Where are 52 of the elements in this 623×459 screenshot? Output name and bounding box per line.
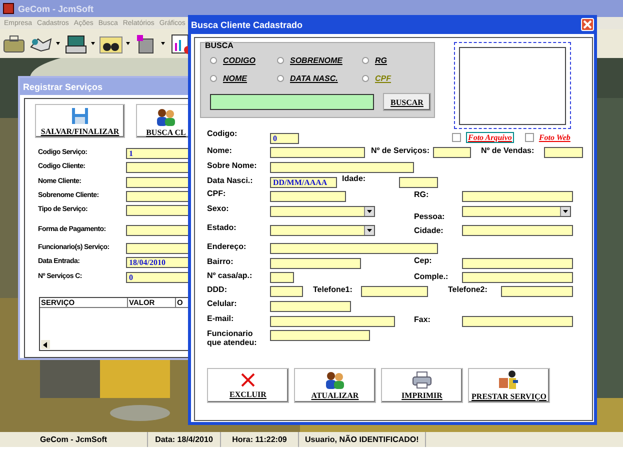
input-field[interactable]: DD/MM/AAAA [270,177,337,188]
field-label: Telefone1: [313,285,352,294]
field-label: Bairro: [207,257,234,266]
toolbar-button[interactable]: BUSCA CL [136,104,190,138]
field-label: Nº de Vendas: [481,146,534,155]
field-label: Endereço: [207,242,246,251]
window-title: Registrar Serviços [23,82,103,92]
search-button[interactable]: BUSCAR [383,93,431,111]
field-label: Cidade: [414,226,444,235]
field-label: Sobre Nome: [207,161,257,170]
radio-label[interactable]: RG [375,56,387,65]
field-label: Comple.: [414,272,448,281]
field-label: Fax: [414,315,430,324]
action-button[interactable]: EXCLUIR [207,368,289,403]
radio-label[interactable]: SOBRENOME [290,56,342,65]
toolbar-button[interactable]: SALVAR/FINALIZAR [35,104,125,138]
field-label: Nº casa/ap.: [207,271,252,280]
checkbox-label[interactable]: Foto Web [538,133,570,142]
action-button[interactable]: PRESTAR SERVIÇO [468,368,550,403]
field-label: Funcionario que atendeu: [207,329,258,347]
radio-label[interactable]: NOME [223,74,247,83]
input-field[interactable]: 18/04/2010 [126,257,190,268]
input-field[interactable]: 0 [270,133,299,144]
field-label: DDD: [207,285,227,294]
action-button[interactable]: ATUALIZAR [294,368,376,403]
status-panel: Hora: 11:22:09 [221,432,299,447]
input-field[interactable]: 1 [126,148,190,159]
window-title: Busca Cliente Cadastrado [191,20,303,30]
field-label: RG: [414,190,429,199]
field-label: Sexo: [207,204,229,213]
input-field[interactable]: 0 [126,272,190,283]
field-label: Data Nasci.: [207,176,253,185]
action-button[interactable]: IMPRIMIR [381,368,463,403]
status-panel: Data: 18/4/2010 [148,432,221,447]
field-label: Pessoa: [414,212,445,221]
field-label: Nº de Serviços: [371,146,430,155]
field-label: Cep: [414,256,432,265]
window-title: GeCom - JcmSoft [18,4,94,14]
status-panel: Usuario, NÃO IDENTIFICADO! [299,432,426,447]
status-panel: GeCom - JcmSoft [0,432,148,447]
field-label: CPF: [207,189,226,198]
checkbox-label[interactable]: Foto Arquivo [466,132,514,143]
radio-label[interactable]: CODIGO [223,56,256,65]
field-label: Nome: [207,146,232,155]
field-label: Celular: [207,299,237,308]
radio-label[interactable]: DATA NASC. [290,74,338,83]
field-label: E-mail: [207,314,234,323]
field-label: Telefone2: [448,285,488,294]
field-label: Estado: [207,223,236,232]
field-label: Codigo: [207,129,238,138]
field-label: Idade: [342,174,366,183]
group-title: BUSCA [205,41,234,50]
